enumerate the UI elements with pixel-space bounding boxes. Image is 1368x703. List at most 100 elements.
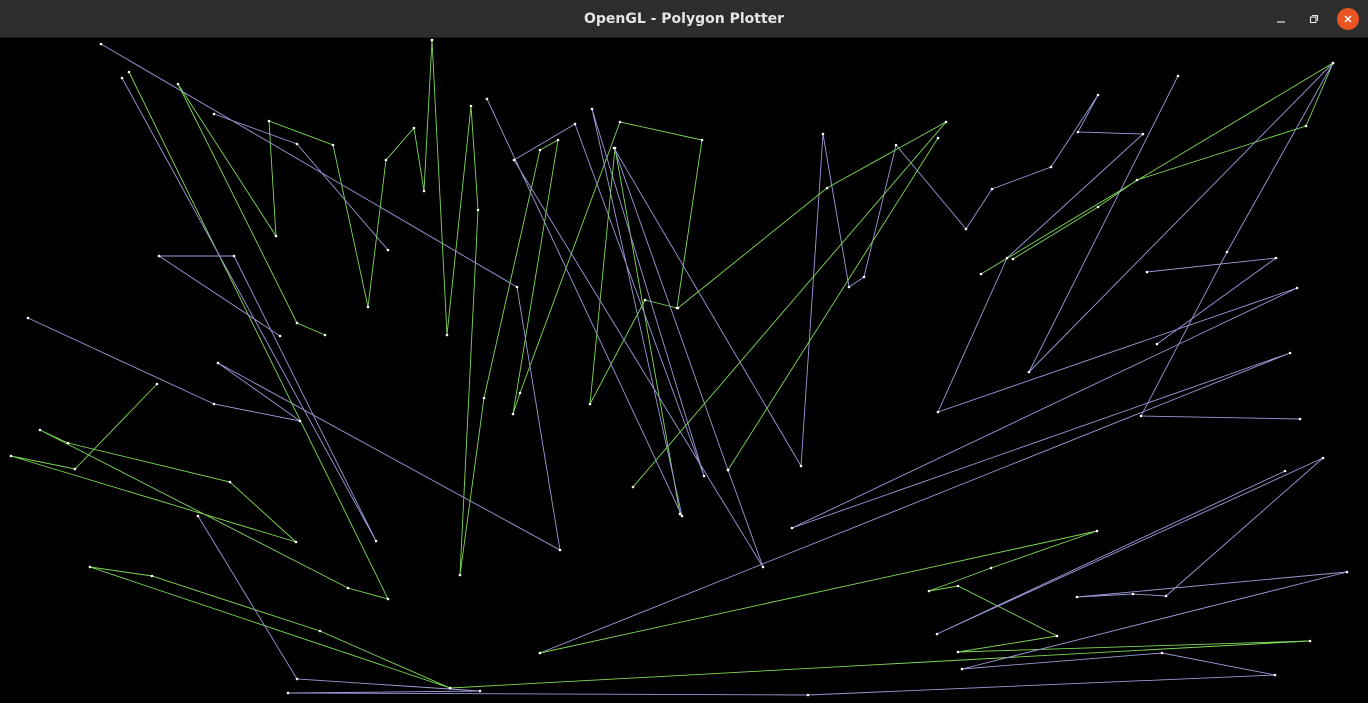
polygon-blue-13 xyxy=(197,457,1348,696)
polygon-blue-4 xyxy=(121,77,377,542)
maximize-button[interactable] xyxy=(1303,8,1325,30)
polygon-vertex xyxy=(1055,634,1059,638)
polygon-vertex xyxy=(1027,370,1031,374)
minimize-button[interactable] xyxy=(1270,8,1292,30)
polygon-vertex xyxy=(1274,256,1278,260)
polygon-vertex xyxy=(323,333,327,337)
polygon-vertex xyxy=(295,142,299,146)
polygon-blue-5 xyxy=(213,113,389,251)
polygon-vertex xyxy=(176,82,180,86)
polygon-blue-11 xyxy=(1146,257,1278,345)
polygon-vertex xyxy=(726,468,730,472)
polygon-vertex xyxy=(286,691,290,695)
opengl-canvas[interactable] xyxy=(0,38,1368,703)
polygon-vertex xyxy=(936,410,940,414)
polygon-vertex xyxy=(556,138,560,142)
polygon-vertex xyxy=(927,589,931,593)
polygon-vertex xyxy=(386,248,390,252)
polygon-vertex xyxy=(267,119,271,123)
polygon-vertex xyxy=(99,42,103,46)
polygon-vertex xyxy=(1345,570,1349,574)
polygon-vertex xyxy=(482,396,486,400)
polygon-vertex xyxy=(1131,592,1135,596)
polygon-vertex xyxy=(1298,417,1302,421)
title-bar[interactable]: OpenGL - Polygon Plotter xyxy=(0,0,1368,38)
polygon-vertex xyxy=(228,480,232,484)
polygon-vertex xyxy=(157,254,161,258)
polygon-vertex xyxy=(515,285,519,289)
polygon-vertex xyxy=(318,629,322,633)
polygon-vertex xyxy=(295,321,299,325)
polygon-vertex xyxy=(127,70,131,74)
polygon-vertex xyxy=(1308,639,1312,643)
polygon-vertex xyxy=(960,667,964,671)
polygon-vertex xyxy=(761,565,765,569)
close-button[interactable] xyxy=(1337,8,1359,30)
polygon-vertex xyxy=(212,112,216,116)
polygon-vertex xyxy=(155,382,159,386)
close-icon xyxy=(1344,15,1352,23)
polygon-vertex xyxy=(366,305,370,309)
polygon-vertex xyxy=(1139,414,1143,418)
minimize-icon xyxy=(1277,21,1285,23)
polygon-vertex xyxy=(38,428,42,432)
polygon-vertex xyxy=(944,120,948,124)
polygon-vertex xyxy=(631,485,635,489)
polygon-vertex xyxy=(476,208,480,212)
polygon-vertex xyxy=(9,454,13,458)
polygon-vertex xyxy=(331,143,335,147)
polygon-vertex xyxy=(1005,256,1009,260)
polygon-vertex xyxy=(346,586,350,590)
polygon-vertex xyxy=(295,677,299,681)
restore-icon xyxy=(1309,14,1319,24)
polygon-vertex xyxy=(936,136,940,140)
polygon-vertex xyxy=(799,464,803,468)
polygon-vertex xyxy=(538,148,542,152)
polygon-vertex xyxy=(88,565,92,569)
polygon-vertex xyxy=(1145,270,1149,274)
polygon-vertex xyxy=(573,122,577,126)
polygon-vertex xyxy=(680,514,684,518)
polygon-vertex xyxy=(643,298,647,302)
polygon-vertex xyxy=(1331,61,1335,65)
polygon-vertex xyxy=(1155,342,1159,346)
polygon-vertex xyxy=(1096,93,1100,97)
polygon-vertex xyxy=(821,132,825,136)
polygon-vertex xyxy=(1135,178,1139,182)
polygon-vertex xyxy=(612,146,616,150)
polygon-vertex xyxy=(806,693,810,697)
polygon-vertex xyxy=(216,361,220,365)
polygon-vertex xyxy=(422,189,426,193)
polygon-vertex xyxy=(1321,456,1325,460)
polygon-vertex xyxy=(150,574,154,578)
polygon-vertex xyxy=(1273,673,1277,677)
polygon-vertex xyxy=(979,272,983,276)
polygon-vertex xyxy=(66,441,70,445)
polygon-green-1 xyxy=(177,39,433,336)
polygon-vertex xyxy=(469,104,473,108)
polygon-vertex xyxy=(458,573,462,577)
polygon-vertex xyxy=(512,158,516,162)
polygon-vertex xyxy=(1295,286,1299,290)
polygon-vertex xyxy=(590,107,594,111)
polygon-vertex xyxy=(964,227,968,231)
polygon-vertex xyxy=(374,539,378,543)
polygon-vertex xyxy=(1283,469,1287,473)
polygon-vertex xyxy=(702,474,706,478)
polygon-vertex xyxy=(862,275,866,279)
polygon-vertex xyxy=(1160,651,1164,655)
polygon-green-3 xyxy=(10,71,389,600)
polygon-green-0 xyxy=(431,39,703,576)
polygon-vertex xyxy=(196,514,200,518)
polygon-vertex xyxy=(1011,257,1015,261)
polygon-vertex xyxy=(26,316,30,320)
polygon-vertex xyxy=(1096,205,1100,209)
polygon-vertex xyxy=(956,584,960,588)
polygon-blue-2 xyxy=(27,43,561,551)
polygon-vertex xyxy=(956,650,960,654)
polygon-vertex xyxy=(448,686,452,690)
polygon-vertex xyxy=(990,187,994,191)
polygon-vertex xyxy=(384,158,388,162)
polygon-vertex xyxy=(232,254,236,258)
polygon-vertex xyxy=(1095,529,1099,533)
